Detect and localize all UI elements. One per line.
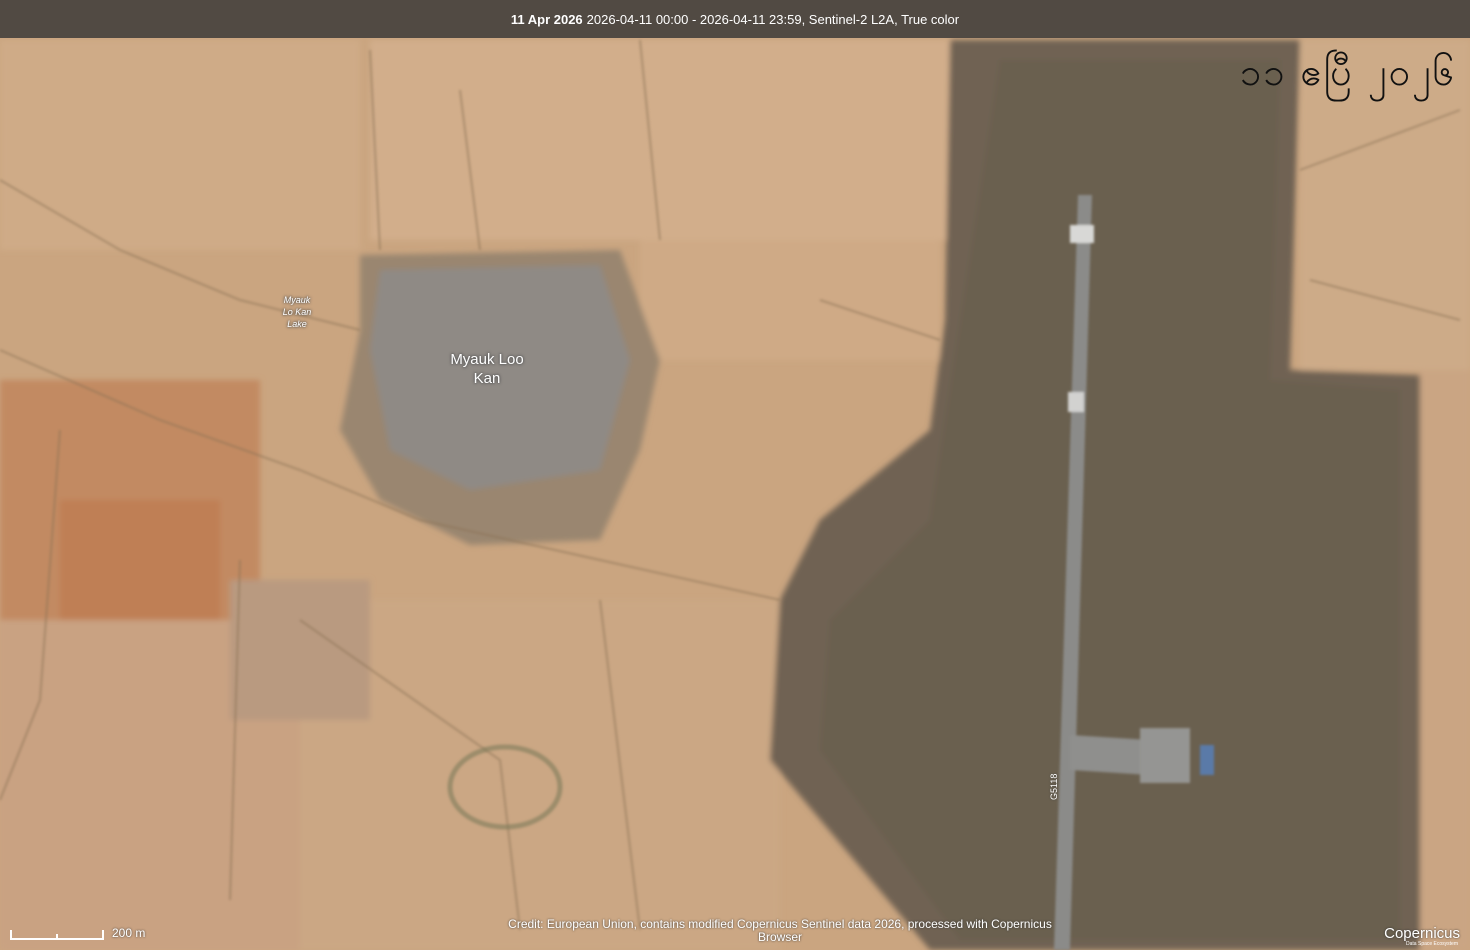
date-overlay-burmese: ၁၁ ဧပြီ ၂၀၂၆ <box>1239 50 1456 94</box>
imagery-info-bar: 11 Apr 2026 2026-04-11 00:00 - 2026-04-1… <box>0 0 1470 38</box>
satellite-imagery[interactable] <box>0 0 1470 950</box>
attribution-credit: Credit: European Union, contains modifie… <box>508 917 1052 944</box>
road-label: G5118 <box>1049 773 1059 800</box>
copernicus-tagline: Data Space Ecosystem <box>1406 941 1458 947</box>
scale-bar: 200 m <box>10 926 145 940</box>
lake-label: Myauk Lo Kan Lake <box>282 295 312 329</box>
scale-label: 200 m <box>112 926 146 940</box>
acquisition-details: 2026-04-11 00:00 - 2026-04-11 23:59, Sen… <box>586 11 960 27</box>
copernicus-logo: Copernicus <box>1384 925 1460 942</box>
scale-line <box>10 930 104 940</box>
acquisition-date: 11 Apr 2026 <box>510 11 583 27</box>
village-label: Myauk Loo Kan <box>450 351 524 387</box>
